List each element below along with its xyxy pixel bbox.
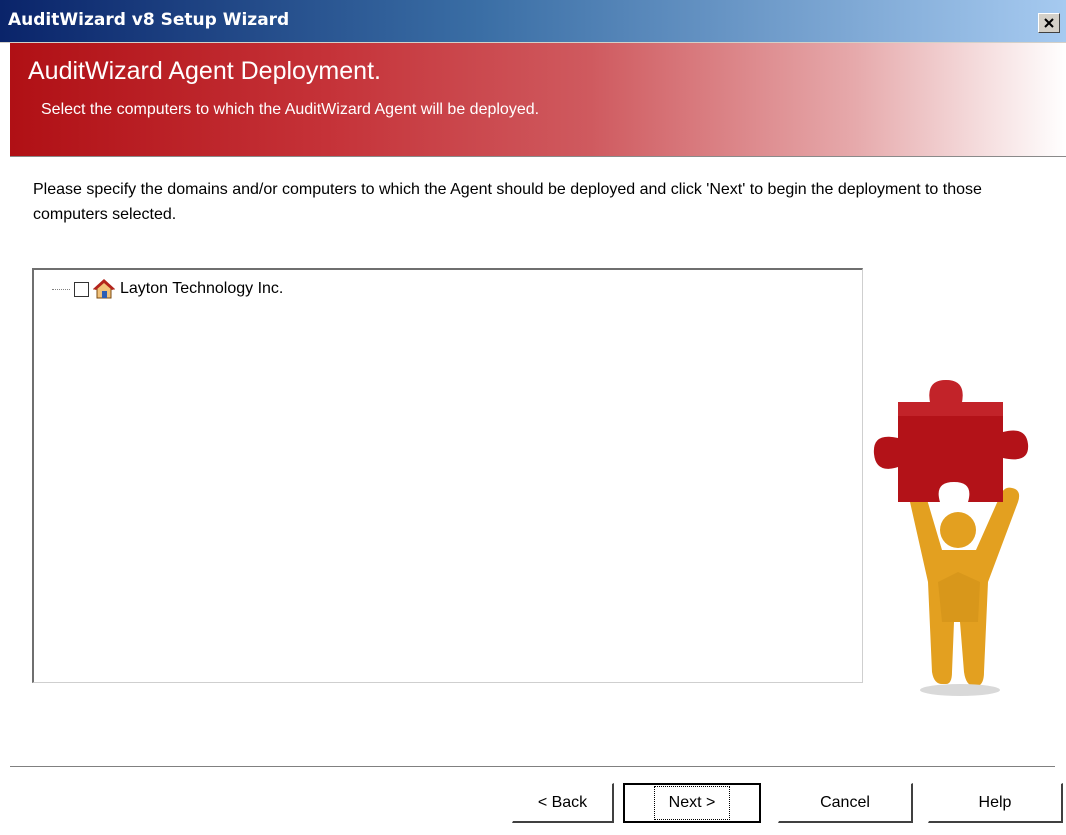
tree-node-label: Layton Technology Inc. [120, 280, 284, 297]
close-icon [1044, 18, 1054, 28]
banner-title: AuditWizard Agent Deployment. [28, 57, 381, 85]
network-house-icon [93, 279, 115, 299]
cancel-button-label: Cancel [820, 793, 870, 811]
close-button[interactable] [1038, 13, 1060, 33]
next-button-label: Next > [653, 786, 731, 820]
banner-subtitle: Select the computers to which the AuditW… [41, 101, 540, 118]
back-button-label: < Back [537, 793, 588, 811]
help-button[interactable]: Help [928, 783, 1063, 823]
next-button[interactable]: Next > [623, 783, 761, 823]
back-button[interactable]: < Back [512, 783, 614, 823]
tree-connector [52, 288, 70, 290]
header-banner: AuditWizard Agent Deployment. Select the… [10, 43, 1066, 157]
footer-separator [10, 766, 1055, 768]
puzzle-piece [873, 380, 1029, 502]
help-button-label: Help [978, 793, 1012, 811]
puzzle-person-illustration [873, 380, 1029, 696]
cancel-button[interactable]: Cancel [778, 783, 913, 823]
window-title: AuditWizard v8 Setup Wizard [8, 10, 290, 30]
title-bar: AuditWizard v8 Setup Wizard [0, 0, 1066, 43]
tree-node-checkbox[interactable] [74, 281, 89, 297]
domain-tree-view[interactable]: Layton Technology Inc. [32, 268, 863, 683]
tree-node[interactable]: Layton Technology Inc. [52, 278, 283, 300]
person-figure [908, 487, 1020, 686]
instructions-text: Please specify the domains and/or comput… [33, 181, 982, 223]
